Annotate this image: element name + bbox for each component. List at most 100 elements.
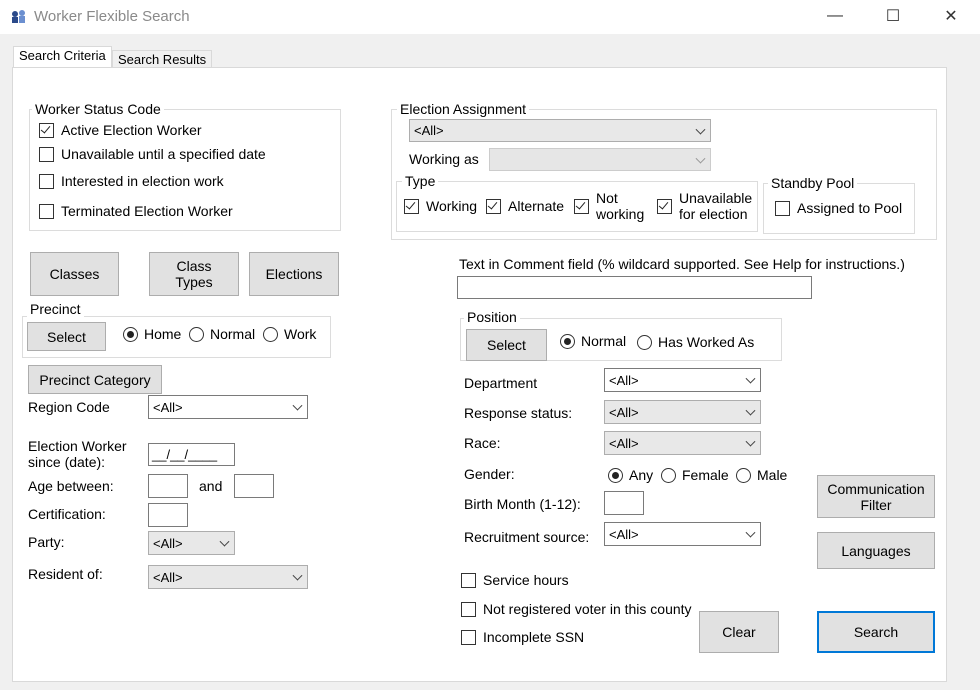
chevron-down-icon <box>745 436 756 447</box>
position-normal-radio[interactable]: Normal <box>560 333 626 349</box>
radio-circle <box>736 467 751 483</box>
assigned-to-pool-checkbox[interactable]: Assigned to Pool <box>775 200 902 216</box>
chevron-down-icon <box>219 536 230 547</box>
type-alternate-checkbox[interactable]: Alternate <box>486 198 564 214</box>
clear-button[interactable]: Clear <box>699 611 779 653</box>
checkbox-box <box>39 173 54 189</box>
window-title: Worker Flexible Search <box>34 8 190 25</box>
region-code-dropdown[interactable]: <All> <box>148 395 308 419</box>
comment-text-input[interactable] <box>457 276 812 299</box>
region-code-label: Region Code <box>28 399 110 415</box>
type-working-checkbox[interactable]: Working <box>404 198 477 214</box>
checkbox-box <box>461 629 476 645</box>
worker-status-title: Worker Status Code <box>32 101 164 117</box>
languages-button[interactable]: Languages <box>817 532 935 569</box>
radio-circle <box>637 334 652 350</box>
worker-since-date-input[interactable]: __/__/____ <box>148 443 235 466</box>
gender-any-radio[interactable]: Any <box>608 467 653 483</box>
close-button[interactable]: ✕ <box>928 0 974 32</box>
position-select-button[interactable]: Select <box>466 329 547 361</box>
radio-circle <box>560 333 575 349</box>
elections-button[interactable]: Elections <box>249 252 339 296</box>
app-icon <box>12 10 25 23</box>
interested-election-work-checkbox[interactable]: Interested in election work <box>39 173 224 189</box>
party-label: Party: <box>28 534 65 550</box>
age-between-label: Age between: <box>28 478 114 494</box>
position-title: Position <box>464 309 520 325</box>
checkbox-box <box>461 601 476 617</box>
checkbox-box <box>775 200 790 216</box>
checkbox-box <box>574 198 589 214</box>
precinct-select-button[interactable]: Select <box>27 322 106 351</box>
chevron-down-icon <box>695 124 706 135</box>
class-types-button[interactable]: Class Types <box>149 252 239 296</box>
search-criteria-panel: Worker Status Code Active Election Worke… <box>12 67 947 682</box>
type-title: Type <box>402 173 439 189</box>
terminated-election-worker-checkbox[interactable]: Terminated Election Worker <box>39 203 233 219</box>
incomplete-ssn-checkbox[interactable]: Incomplete SSN <box>461 629 584 645</box>
election-assignment-dropdown[interactable]: <All> <box>409 119 711 142</box>
precinct-work-radio[interactable]: Work <box>263 326 316 342</box>
working-as-dropdown[interactable] <box>489 148 711 171</box>
search-button[interactable]: Search <box>817 611 935 653</box>
department-label: Department <box>464 375 538 391</box>
worker-since-label: Election Worker since (date): <box>28 438 127 470</box>
response-status-dropdown[interactable]: <All> <box>604 400 761 424</box>
radio-circle <box>189 326 204 342</box>
gender-female-radio[interactable]: Female <box>661 467 729 483</box>
certification-input[interactable] <box>148 503 188 527</box>
comment-label: Text in Comment field (% wildcard suppor… <box>459 256 905 272</box>
checkbox-box <box>39 203 54 219</box>
precinct-normal-radio[interactable]: Normal <box>189 326 255 342</box>
recruitment-source-label: Recruitment source: <box>464 529 590 545</box>
title-bar: Worker Flexible Search — ☐ ✕ <box>0 0 980 34</box>
recruitment-source-dropdown[interactable]: <All> <box>604 522 761 546</box>
radio-circle <box>123 326 138 342</box>
party-dropdown[interactable]: <All> <box>148 531 235 555</box>
position-has-worked-as-radio[interactable]: Has Worked As <box>637 334 754 350</box>
service-hours-checkbox[interactable]: Service hours <box>461 572 569 588</box>
certification-label: Certification: <box>28 506 106 522</box>
minimize-button[interactable]: — <box>812 0 858 32</box>
chevron-down-icon <box>745 373 756 384</box>
birth-month-label: Birth Month (1-12): <box>464 496 581 512</box>
radio-circle <box>608 467 623 483</box>
unavailable-until-checkbox[interactable]: Unavailable until a specified date <box>39 146 266 162</box>
response-status-label: Response status: <box>464 405 573 421</box>
chevron-down-icon <box>695 153 706 164</box>
chevron-down-icon <box>292 400 303 411</box>
working-as-label: Working as <box>409 151 479 167</box>
precinct-category-button[interactable]: Precinct Category <box>28 365 162 394</box>
race-dropdown[interactable]: <All> <box>604 431 761 455</box>
not-registered-voter-checkbox[interactable]: Not registered voter in this county <box>461 601 692 617</box>
standby-pool-title: Standby Pool <box>768 175 858 191</box>
checkbox-box <box>39 122 54 138</box>
classes-button[interactable]: Classes <box>30 252 119 296</box>
election-assignment-title: Election Assignment <box>397 101 530 117</box>
age-to-input[interactable] <box>234 474 274 498</box>
radio-circle <box>263 326 278 342</box>
checkbox-box <box>657 198 672 214</box>
precinct-home-radio[interactable]: Home <box>123 326 181 342</box>
checkbox-box <box>461 572 476 588</box>
maximize-button[interactable]: ☐ <box>870 0 916 32</box>
type-unavailable-checkbox[interactable]: Unavailable for election <box>657 190 752 222</box>
active-election-worker-checkbox[interactable]: Active Election Worker <box>39 122 202 138</box>
resident-of-dropdown[interactable]: <All> <box>148 565 308 589</box>
communication-filter-button[interactable]: Communication Filter <box>817 475 935 518</box>
radio-circle <box>661 467 676 483</box>
birth-month-input[interactable] <box>604 491 644 515</box>
checkbox-box <box>486 198 501 214</box>
chevron-down-icon <box>745 527 756 538</box>
resident-of-label: Resident of: <box>28 566 103 582</box>
checkbox-box <box>39 146 54 162</box>
chevron-down-icon <box>745 405 756 416</box>
gender-male-radio[interactable]: Male <box>736 467 787 483</box>
type-not-working-checkbox[interactable]: Not working <box>574 190 644 222</box>
age-from-input[interactable] <box>148 474 188 498</box>
age-and-label: and <box>199 478 223 494</box>
checkbox-box <box>404 198 419 214</box>
gender-label: Gender: <box>464 466 515 482</box>
department-dropdown[interactable]: <All> <box>604 368 761 392</box>
race-label: Race: <box>464 435 501 451</box>
